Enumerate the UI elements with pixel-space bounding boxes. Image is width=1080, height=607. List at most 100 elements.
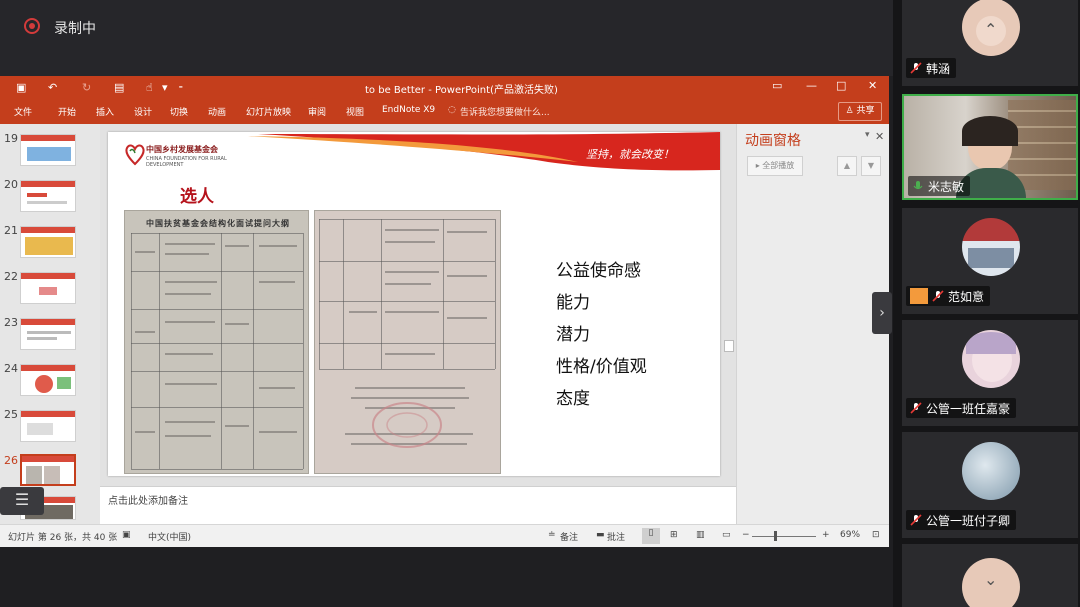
slide-thumbnail[interactable] [20,226,76,258]
customize-qat-icon[interactable]: ⁃ [178,81,184,94]
save-icon[interactable]: ▣ [16,81,26,94]
slide-thumbnail[interactable] [20,410,76,442]
undo-icon[interactable]: ↶ [48,81,57,94]
tab-home[interactable]: 开始 [58,105,76,118]
slide-thumbnail[interactable] [20,364,76,396]
participant-tile[interactable]: 范如意 [902,208,1078,314]
slide-thumbnail[interactable] [20,134,76,166]
redo-icon[interactable]: ↻ [82,81,91,94]
thumbnail-number-active: 26 [4,454,18,467]
participant-name: 公管一班任嘉豪 [926,402,1011,416]
tab-design[interactable]: 设计 [134,105,152,118]
thumbnail-number: 19 [4,132,18,145]
bullet-item: 公益使命感 [556,261,641,281]
mic-muted-icon [910,62,922,74]
powerpoint-window: ▣ ↶ ↻ ▤ ☝ ▾ ⁃ to be Better - PowerPoint(… [0,76,889,547]
gallery-view-button[interactable]: ☰ [0,487,44,515]
avatar: ⌄ [962,558,1020,607]
mic-muted-icon [910,402,922,414]
photo-doc-heading: 中国扶贫基金会结构化面试提问大纲 [146,218,290,228]
slide-canvas[interactable]: 中国乡村发展基金会 CHINA FOUNDATION FOR RURAL DEV… [108,132,720,476]
play-icon: ▸ [755,161,760,170]
touch-mode-icon[interactable]: ☝ [146,81,153,94]
tab-transitions[interactable]: 切换 [170,105,188,118]
org-name-en: CHINA FOUNDATION FOR RURAL DEVELOPMENT [146,156,227,168]
avatar [962,330,1020,388]
share-label: 共享 [856,106,875,116]
participant-name: 韩涵 [926,62,951,76]
participant-tile[interactable]: 公管一班付子卿 [902,432,1078,538]
mic-muted-icon [932,290,944,302]
zoom-in-icon[interactable]: + [822,530,830,540]
close-pane-icon[interactable]: ✕ [875,130,884,143]
participant-tile[interactable]: ⌄ [902,544,1078,607]
participant-name: 米志敏 [928,180,965,194]
slideshow-view-icon[interactable]: ▭ [722,530,731,540]
pane-options-icon[interactable]: ▾ [865,130,870,140]
share-button[interactable]: ♙ 共享 [838,102,882,121]
chevron-up-icon: ⌃ [984,20,998,39]
reading-view-icon[interactable]: ▥ [696,530,705,540]
close-icon[interactable]: ✕ [868,79,877,92]
tab-view[interactable]: 视图 [346,105,364,118]
ribbon-tabs: 文件 开始 插入 设计 切换 动画 幻灯片放映 审阅 视图 EndNote X9… [0,100,889,124]
animation-pane: 动画窗格 ▾ ✕ ▸ 全部播放 ▲ ▼ [736,124,889,534]
recording-label: 录制中 [54,21,96,37]
comments-toggle[interactable]: 批注 [607,530,625,543]
spellcheck-icon[interactable]: ▣ [122,530,131,540]
participant-name-tag: 公管一班付子卿 [906,510,1017,530]
notes-pane[interactable]: 点击此处添加备注 [100,486,736,524]
bullet-item: 潜力 [556,325,590,345]
notes-toggle[interactable]: 备注 [560,530,578,543]
slide-thumbnail[interactable] [20,272,76,304]
language-indicator[interactable]: 中文(中国) [148,530,191,543]
thumbnail-number: 21 [4,224,18,237]
scrollbar-handle[interactable] [724,340,734,352]
bullet-item: 性格/价值观 [556,357,647,377]
slogan: 坚持，就会改变！ [586,148,674,161]
zoom-slider[interactable] [752,536,816,537]
zoom-out-icon[interactable]: − [742,530,750,540]
move-down-button[interactable]: ▼ [861,156,881,176]
participant-tile-active-speaker[interactable]: 米志敏 [902,94,1078,200]
tab-insert[interactable]: 插入 [96,105,114,118]
collapse-sidebar-button[interactable]: › [872,292,892,334]
slide-thumbnail-pane: 19 20 21 22 23 24 25 26 27 [0,124,100,524]
person-icon: ♙ [845,106,854,116]
org-name-cn: 中国乡村发展基金会 [146,145,218,154]
tab-review[interactable]: 审阅 [308,105,326,118]
move-up-button[interactable]: ▲ [837,156,857,176]
qat-dropdown-icon[interactable]: ▾ [162,81,168,94]
minimize-icon[interactable]: — [806,79,817,92]
fit-slide-icon[interactable]: ⊡ [872,530,880,540]
zoom-slider-thumb[interactable] [774,531,777,541]
avatar [962,442,1020,500]
slide-sorter-icon[interactable]: ⊞ [670,530,678,540]
ribbon-display-icon[interactable]: ▭ [772,79,782,92]
notes-icon[interactable]: ≐ [548,530,556,540]
normal-view-icon[interactable]: ▯ [642,528,660,544]
maximize-icon[interactable]: □ [836,79,846,92]
tell-me-search[interactable]: 告诉我您想要做什么... [460,105,550,118]
interview-outline-photo-2 [314,210,501,474]
menu-icon: ☰ [14,490,30,509]
tab-file[interactable]: 文件 [14,105,32,118]
zoom-level[interactable]: 69% [840,530,860,540]
thumbnail-number: 25 [4,408,18,421]
slide-thumbnail[interactable] [20,180,76,212]
play-all-button[interactable]: ▸ 全部播放 [747,156,803,176]
comments-icon[interactable]: ▬ [596,530,605,540]
slide-thumbnail[interactable] [20,318,76,350]
tab-slideshow[interactable]: 幻灯片放映 [246,105,291,118]
thumbnail-number: 22 [4,270,18,283]
host-badge-icon [910,288,928,304]
tab-endnote[interactable]: EndNote X9 [382,105,435,115]
chevron-down-icon: ⌄ [984,570,998,589]
bullet-item: 态度 [556,389,590,409]
present-icon[interactable]: ▤ [114,81,124,94]
recording-icon [24,18,40,34]
participant-tile[interactable]: ⌃ 韩涵 [902,0,1078,86]
slide-thumbnail-active[interactable] [20,454,76,486]
tab-animations[interactable]: 动画 [208,105,226,118]
participant-tile[interactable]: 公管一班任嘉豪 [902,320,1078,426]
